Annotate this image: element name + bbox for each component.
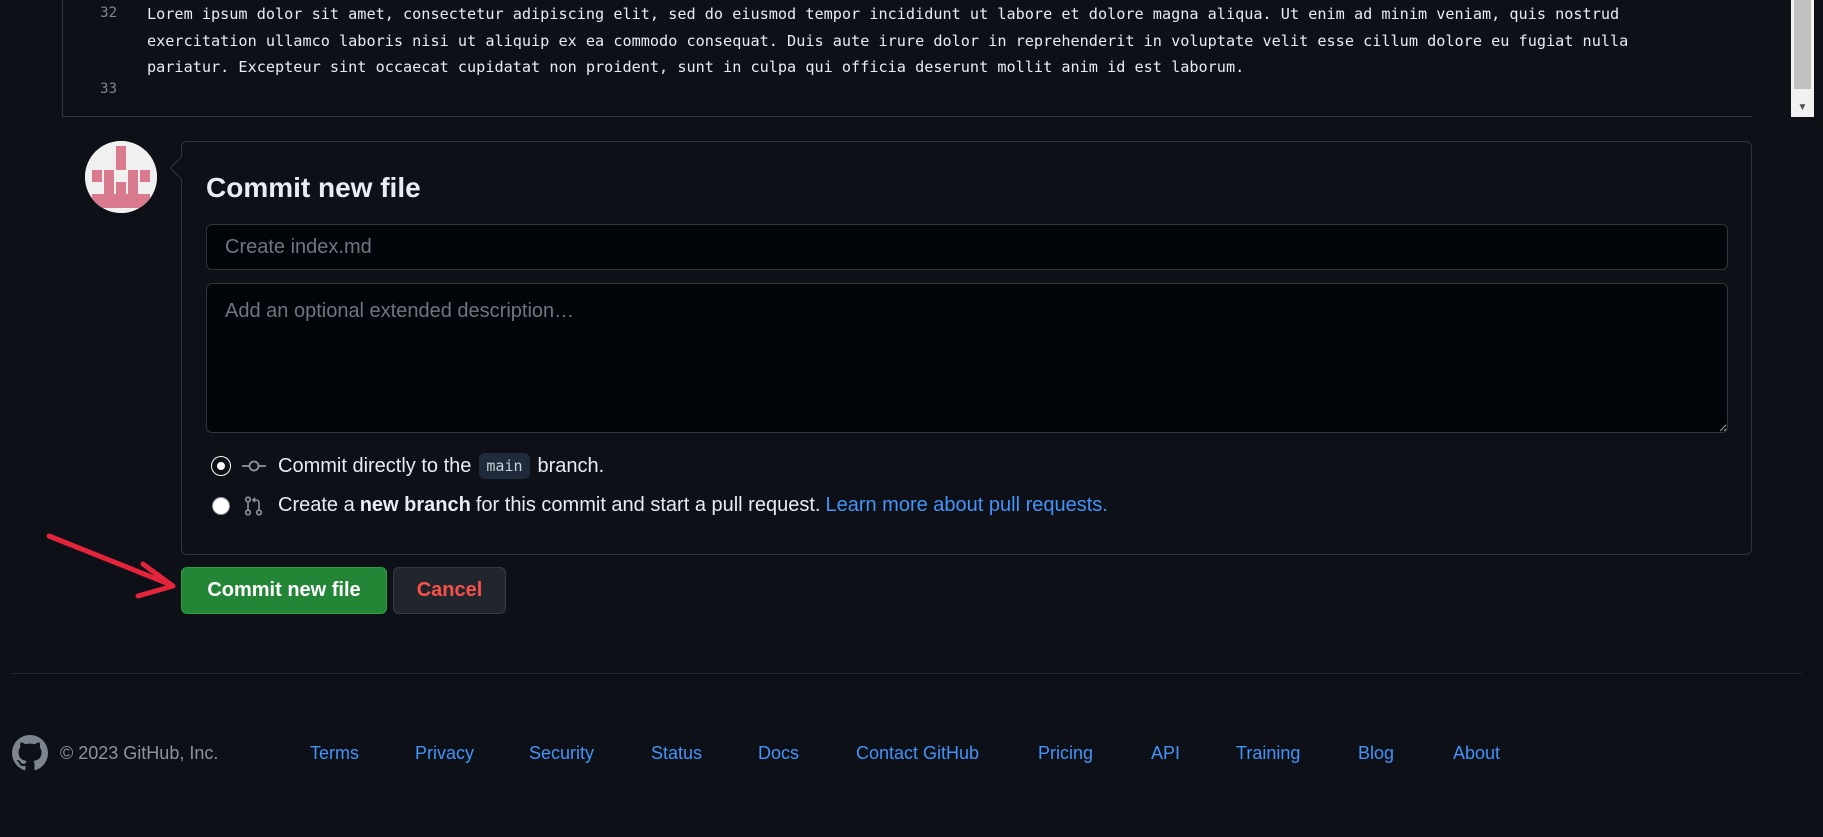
footer-link-privacy[interactable]: Privacy [415,743,474,764]
footer-link-terms[interactable]: Terms [310,743,359,764]
avatar-identicon [85,141,157,213]
code-line: 33 [63,81,1723,97]
footer-link-training[interactable]: Training [1236,743,1300,764]
github-logo-icon[interactable] [12,735,48,771]
new-branch-radio[interactable] [212,496,230,515]
commit-direct-radio[interactable] [212,457,230,475]
branch-name: main [479,453,530,479]
footer-link-security[interactable]: Security [529,743,594,764]
commit-form: Commit new file Commit directly to the m… [169,141,1752,555]
learn-more-pull-requests-link[interactable]: Learn more about pull requests. [825,494,1107,517]
scroll-down-arrow-icon[interactable]: ▼ [1791,97,1814,117]
footer-link-about[interactable]: About [1453,743,1500,764]
line-number: 33 [100,81,117,97]
code-line: 32 Lorem ipsum dolor sit amet, consectet… [63,1,1723,81]
line-content[interactable] [147,81,1707,97]
footer-link-docs[interactable]: Docs [758,743,799,764]
speech-caret [169,156,193,180]
footer-link-api[interactable]: API [1151,743,1180,764]
git-pull-request-icon [242,495,266,516]
footer-link-status[interactable]: Status [651,743,702,764]
line-number: 32 [100,5,117,21]
annotation-arrow-icon [46,533,176,599]
footer-link-contact-github[interactable]: Contact GitHub [856,743,979,764]
editor-scrollbar[interactable]: ▼ [1791,0,1814,117]
footer-divider [12,673,1802,674]
scrollbar-thumb[interactable] [1794,0,1811,89]
footer-link-blog[interactable]: Blog [1358,743,1394,764]
commit-description-input[interactable] [206,283,1728,433]
new-branch-suffix: for this commit and start a pull request… [475,494,821,516]
new-branch-option[interactable]: Create a new branch for this commit and … [212,494,1108,517]
commit-heading: Commit new file [206,172,421,203]
commit-new-file-button[interactable]: Commit new file [181,567,387,614]
avatar [85,141,157,213]
code-editor[interactable]: 32 Lorem ipsum dolor sit amet, consectet… [62,0,1814,117]
commit-summary-input[interactable] [206,224,1728,270]
commit-direct-label: Commit directly to the [278,454,472,477]
line-content[interactable]: Lorem ipsum dolor sit amet, consectetur … [147,1,1707,81]
new-branch-bold: new branch [359,494,471,516]
footer-copyright: © 2023 GitHub, Inc. [60,743,219,763]
cancel-button[interactable]: Cancel [393,567,506,614]
footer-link-pricing[interactable]: Pricing [1038,743,1093,764]
commit-direct-suffix: branch. [537,454,605,477]
git-commit-icon [242,456,266,476]
new-branch-prefix: Create a [278,494,355,516]
commit-direct-option[interactable]: Commit directly to the main branch. [212,453,604,479]
